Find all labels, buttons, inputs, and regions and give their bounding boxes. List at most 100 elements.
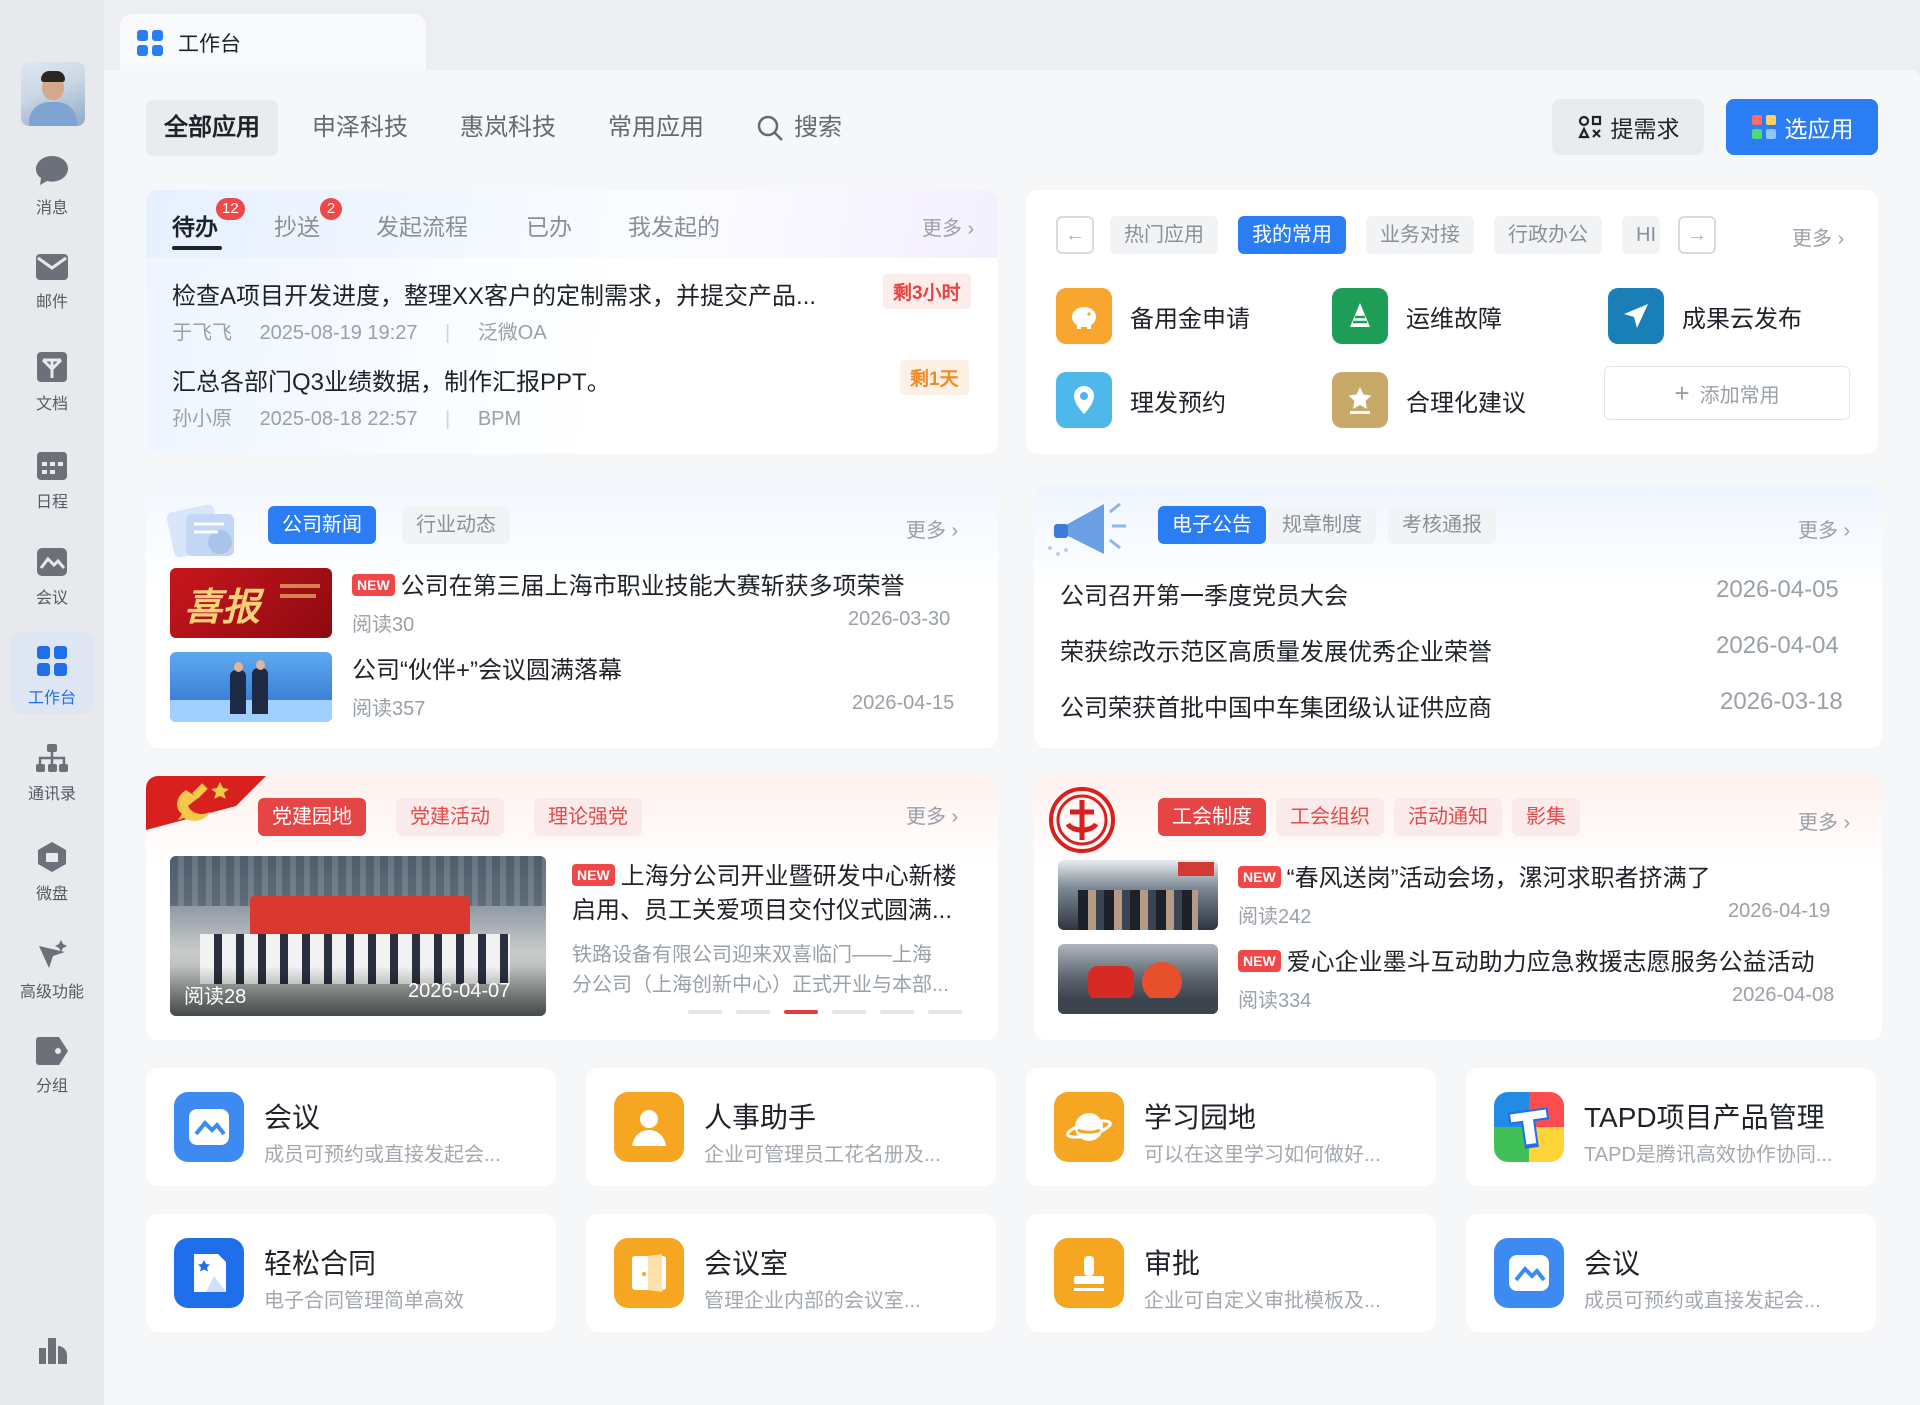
- app-haircut-booking[interactable]: 理发预约: [1056, 372, 1226, 428]
- pill-hot-apps[interactable]: 热门应用: [1110, 216, 1218, 254]
- news-thumbnail[interactable]: 喜报: [170, 568, 332, 638]
- tab-done[interactable]: 已办: [526, 208, 572, 242]
- stats-icon[interactable]: [35, 1334, 69, 1366]
- carousel-dot[interactable]: [736, 1010, 770, 1014]
- pill-hi[interactable]: HI: [1622, 216, 1660, 254]
- news-item-title[interactable]: 公司“伙伴+”会议圆满落幕: [352, 650, 622, 685]
- pill-activity-notice[interactable]: 活动通知: [1394, 798, 1502, 836]
- news-more-link[interactable]: 更多 ›: [906, 514, 958, 543]
- pill-assessment[interactable]: 考核通报: [1388, 506, 1496, 544]
- carousel-dot[interactable]: [928, 1010, 962, 1014]
- request-button[interactable]: 提需求: [1552, 99, 1704, 155]
- union-news-thumbnail[interactable]: [1058, 860, 1218, 930]
- carousel-dot[interactable]: [880, 1010, 914, 1014]
- notice-item-title[interactable]: 荣获综改示范区高质量发展优秀企业荣誉: [1060, 632, 1492, 667]
- app-suggestion[interactable]: 合理化建议: [1332, 372, 1526, 428]
- carousel-dot-active[interactable]: [784, 1010, 818, 1014]
- sidebar-item-advanced[interactable]: 高级功能: [10, 926, 94, 1008]
- party-news-photo[interactable]: 阅读28 2026-04-07: [170, 856, 546, 1016]
- party-desc-line: 分公司（上海创新中心）正式开业与本部...: [572, 974, 949, 996]
- sidebar-item-meeting[interactable]: 会议: [10, 534, 94, 616]
- news-item-title[interactable]: NEW 公司在第三届上海市职业技能大赛斩获多项荣誉: [352, 566, 905, 601]
- app-card-learning[interactable]: 学习园地 可以在这里学习如何做好...: [1026, 1068, 1436, 1186]
- app-desc: 可以在这里学习如何做好...: [1144, 1144, 1381, 1166]
- meeting-icon: [174, 1092, 244, 1162]
- pill-company-news[interactable]: 公司新闻: [268, 506, 376, 544]
- sidebar-item-workbench[interactable]: 工作台: [10, 632, 94, 714]
- window-tab-title: 工作台: [178, 33, 241, 56]
- sidebar-item-contacts[interactable]: 通讯录: [10, 730, 94, 812]
- union-item-title[interactable]: NEW “春风送岗”活动会场，漯河求职者挤满了: [1238, 858, 1711, 893]
- tab-huilan-tech[interactable]: 惠岚科技: [442, 100, 574, 156]
- pill-party-activities[interactable]: 党建活动: [396, 798, 504, 836]
- notice-more-link[interactable]: 更多 ›: [1798, 514, 1850, 543]
- window-tab[interactable]: 工作台: [120, 14, 426, 72]
- pill-union-org[interactable]: 工会组织: [1276, 798, 1384, 836]
- todo-item-title[interactable]: 检查A项目开发进度，整理XX客户的定制需求，并提交产品...: [172, 276, 816, 311]
- app-card-meeting[interactable]: 会议 成员可预约或直接发起会...: [146, 1068, 556, 1186]
- news-thumbnail[interactable]: [170, 652, 332, 722]
- party-more-link[interactable]: 更多 ›: [906, 800, 958, 829]
- app-card-meeting-room[interactable]: 会议室 管理企业内部的会议室...: [586, 1214, 996, 1332]
- search-button[interactable]: 搜索: [738, 100, 860, 156]
- scroll-left-button[interactable]: ←: [1056, 216, 1094, 254]
- star-badge-icon: [1332, 372, 1388, 428]
- pill-my-favorites[interactable]: 我的常用: [1238, 216, 1346, 254]
- notice-item-title[interactable]: 公司召开第一季度党员大会: [1060, 576, 1348, 611]
- app-card-meeting-2[interactable]: 会议 成员可预约或直接发起会...: [1466, 1214, 1876, 1332]
- thumbnail-text: 喜报: [184, 584, 261, 629]
- pill-industry-news[interactable]: 行业动态: [402, 506, 510, 544]
- union-item-title[interactable]: NEW 爱心企业墨斗互动助力应急救援志愿服务公益活动: [1238, 942, 1815, 977]
- union-title-text: 爱心企业墨斗互动助力应急救援志愿服务公益活动: [1286, 949, 1815, 976]
- quick-more-link[interactable]: 更多 ›: [1792, 222, 1844, 251]
- notice-item-title[interactable]: 公司荣获首批中国中车集团级认证供应商: [1060, 688, 1492, 723]
- sidebar-item-label: 微盘: [35, 886, 68, 903]
- scroll-right-button[interactable]: →: [1678, 216, 1716, 254]
- pill-business[interactable]: 业务对接: [1366, 216, 1474, 254]
- avatar[interactable]: [21, 62, 85, 126]
- app-cloud-publish[interactable]: 成果云发布: [1608, 288, 1802, 344]
- sidebar-item-docs[interactable]: 文档: [10, 338, 94, 420]
- app-card-hr-assistant[interactable]: 人事助手 企业可管理员工花名册及...: [586, 1068, 996, 1186]
- add-favorite-button[interactable]: + 添加常用: [1604, 366, 1850, 420]
- tab-shenze-tech[interactable]: 申泽科技: [294, 100, 426, 156]
- tab-todo[interactable]: 待办: [172, 208, 218, 242]
- carousel-dot[interactable]: [688, 1010, 722, 1014]
- app-ops-fault[interactable]: 运维故障: [1332, 288, 1502, 344]
- app-card-contract[interactable]: 轻松合同 电子合同管理简单高效: [146, 1214, 556, 1332]
- party-news-title[interactable]: NEW 上海分公司开业暨研发中心新楼: [572, 856, 957, 891]
- tab-initiated[interactable]: 我发起的: [628, 208, 720, 242]
- app-card-approval[interactable]: 审批 企业可自定义审批模板及...: [1026, 1214, 1436, 1332]
- union-emblem-icon: [1049, 787, 1115, 853]
- todo-more-link[interactable]: 更多 ›: [922, 212, 974, 241]
- pill-admin[interactable]: 行政办公: [1494, 216, 1602, 254]
- sidebar-item-groups[interactable]: 分组: [10, 1024, 94, 1106]
- sidebar-item-mail[interactable]: 邮件: [10, 240, 94, 322]
- todo-person: 于飞飞: [172, 322, 232, 344]
- pill-party-garden[interactable]: 党建园地: [258, 798, 366, 836]
- pill-album[interactable]: 影集: [1512, 798, 1580, 836]
- door-icon: [614, 1238, 684, 1308]
- app-card-tapd[interactable]: TAPD项目产品管理 TAPD是腾讯高效协作协同...: [1466, 1068, 1876, 1186]
- tab-common-apps[interactable]: 常用应用: [590, 100, 722, 156]
- sidebar-item-label: 消息: [35, 200, 68, 217]
- app-label: 理发预约: [1130, 389, 1226, 417]
- todo-item-title[interactable]: 汇总各部门Q3业绩数据，制作汇报PPT。: [172, 362, 611, 397]
- union-more-link[interactable]: 更多 ›: [1798, 806, 1850, 835]
- workbench-icon: [137, 30, 163, 56]
- union-news-thumbnail[interactable]: [1058, 944, 1218, 1014]
- sidebar-item-drive[interactable]: 微盘: [10, 828, 94, 910]
- union-reads: 阅读334: [1238, 990, 1312, 1012]
- tab-start-process[interactable]: 发起流程: [376, 208, 468, 242]
- choose-app-button[interactable]: 选应用: [1726, 99, 1878, 155]
- carousel-dot[interactable]: [832, 1010, 866, 1014]
- pill-e-notice[interactable]: 电子公告: [1158, 506, 1266, 544]
- pill-party-theory[interactable]: 理论强党: [534, 798, 642, 836]
- app-petty-cash[interactable]: 备用金申请: [1056, 288, 1250, 344]
- tab-cc[interactable]: 抄送: [274, 208, 320, 242]
- tab-all-apps[interactable]: 全部应用: [146, 100, 278, 156]
- sidebar-item-calendar[interactable]: 日程: [10, 436, 94, 518]
- sidebar-item-messages[interactable]: 消息: [10, 142, 94, 224]
- pill-regulations[interactable]: 规章制度: [1268, 506, 1376, 544]
- pill-union-rules[interactable]: 工会制度: [1158, 798, 1266, 836]
